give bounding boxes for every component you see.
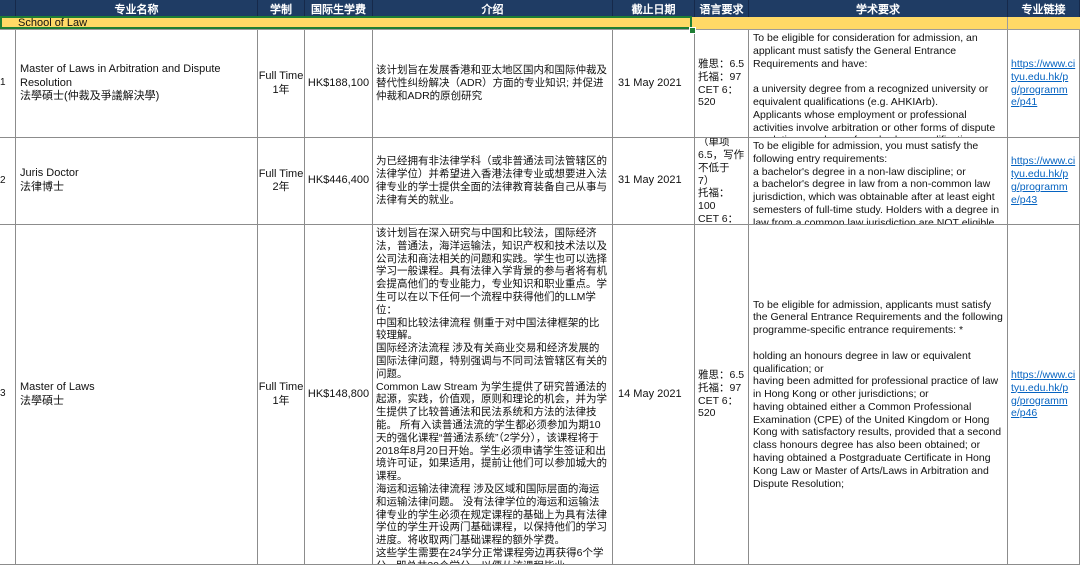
language-req-cell[interactable]: 雅思：6.5 托福：97 CET 6：520 xyxy=(695,30,749,138)
intro-cell[interactable]: 为已经拥有非法律学科（或非普通法司法管辖区的法律学位）并希望进入香港法律专业或想… xyxy=(373,138,613,225)
selection-fill-handle[interactable] xyxy=(689,27,696,34)
header-cell-language[interactable]: 语言要求 xyxy=(695,0,749,17)
intro-cell[interactable]: 该计划旨在发展香港和亚太地区国内和国际仲裁及替代性纠纷解决（ADR）方面的专业知… xyxy=(373,30,613,138)
academic-req-cell[interactable]: To be eligible for admission, you must s… xyxy=(749,138,1008,225)
program-table: 专业名称 学制 国际生学费 介绍 截止日期 语言要求 学术要求 专业链接 Sch… xyxy=(0,0,1080,565)
program-name-cell[interactable]: Juris Doctor 法律博士 xyxy=(16,138,258,225)
deadline-cell[interactable]: 14 May 2021 xyxy=(613,225,695,565)
language-req-cell[interactable]: 雅思：6.5 托福：97 CET 6：520 xyxy=(695,225,749,565)
academic-req-cell[interactable]: To be eligible for consideration for adm… xyxy=(749,30,1008,138)
program-name-cell[interactable]: Master of Laws in Arbitration and Disput… xyxy=(16,30,258,138)
section-title: School of Law xyxy=(18,17,87,29)
header-cell-link[interactable]: 专业链接 xyxy=(1008,0,1080,17)
row-number-cell[interactable]: 3 xyxy=(0,225,16,565)
program-link-cell[interactable]: https://www.cityu.edu.hk/pg/programme/p4… xyxy=(1008,225,1080,565)
program-name-cell[interactable]: Master of Laws 法學碩士 xyxy=(16,225,258,565)
section-row-school-of-law[interactable]: School of Law xyxy=(0,17,1080,30)
tuition-cell[interactable]: HK$188,100 xyxy=(305,30,373,138)
header-cell-academic[interactable]: 学术要求 xyxy=(749,0,1008,17)
header-cell-tuition[interactable]: 国际生学费 xyxy=(305,0,373,17)
header-cell-num[interactable] xyxy=(0,0,16,17)
column-divider xyxy=(1007,17,1008,30)
program-link[interactable]: https://www.cityu.edu.hk/pg/programme/p4… xyxy=(1011,155,1076,206)
academic-req-cell[interactable]: To be eligible for admission, applicants… xyxy=(749,225,1008,565)
program-link[interactable]: https://www.cityu.edu.hk/pg/programme/p4… xyxy=(1011,369,1076,420)
duration-cell[interactable]: Full Time 2年 xyxy=(258,138,305,225)
intro-cell[interactable]: 该计划旨在深入研究与中国和比较法，国际经济法，普通法，海洋运输法，知识产权和技术… xyxy=(373,225,613,565)
header-cell-deadline[interactable]: 截止日期 xyxy=(613,0,695,17)
duration-cell[interactable]: Full Time 1年 xyxy=(258,225,305,565)
deadline-cell[interactable]: 31 May 2021 xyxy=(613,30,695,138)
program-link-cell[interactable]: https://www.cityu.edu.hk/pg/programme/p4… xyxy=(1008,30,1080,138)
header-cell-intro[interactable]: 介绍 xyxy=(373,0,613,17)
header-cell-duration[interactable]: 学制 xyxy=(258,0,305,17)
tuition-cell[interactable]: HK$148,800 xyxy=(305,225,373,565)
spreadsheet: 专业名称 学制 国际生学费 介绍 截止日期 语言要求 学术要求 专业链接 Sch… xyxy=(0,0,1080,565)
row-number-cell[interactable]: 2 xyxy=(0,138,16,225)
row-number-cell[interactable]: 1 xyxy=(0,30,16,138)
tuition-cell[interactable]: HK$446,400 xyxy=(305,138,373,225)
deadline-cell[interactable]: 31 May 2021 xyxy=(613,138,695,225)
program-link-cell[interactable]: https://www.cityu.edu.hk/pg/programme/p4… xyxy=(1008,138,1080,225)
language-req-cell[interactable]: 雅思：7.5（单项6.5，写作不低于7） 托福：100 CET 6：520 xyxy=(695,138,749,225)
program-link[interactable]: https://www.cityu.edu.hk/pg/programme/p4… xyxy=(1011,58,1076,109)
header-cell-program-name[interactable]: 专业名称 xyxy=(16,0,258,17)
duration-cell[interactable]: Full Time 1年 xyxy=(258,30,305,138)
